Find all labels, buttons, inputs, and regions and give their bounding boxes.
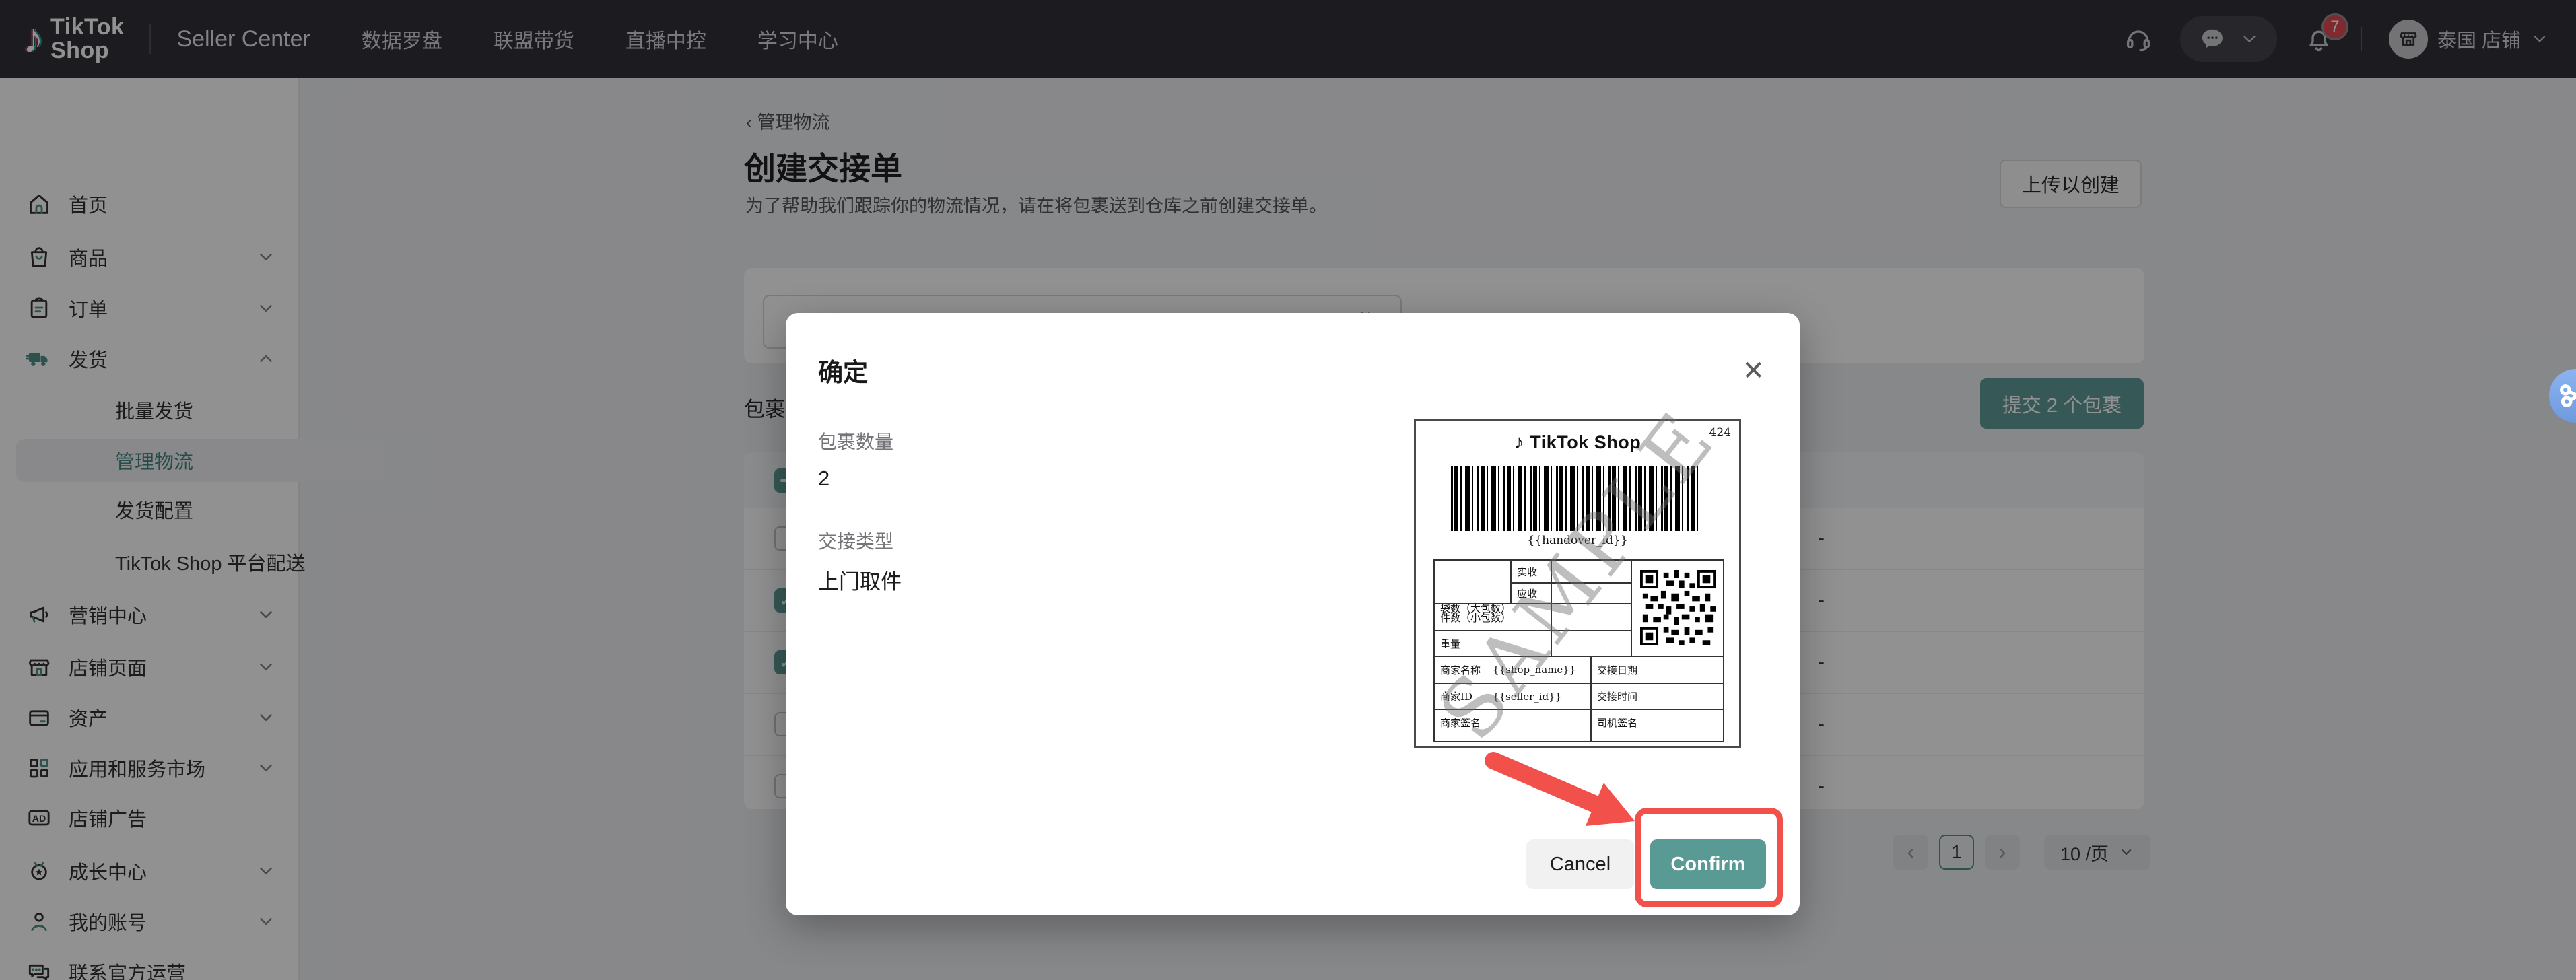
driver-sign-cell: 司机签名 — [1590, 709, 1723, 741]
label-grid: 袋数（大包数） 实收 应收 件数（小包数） 重量 — [1433, 559, 1724, 742]
shop-sign-cell: 商家签名 — [1435, 709, 1590, 741]
ribbon-icon — [2554, 380, 2576, 411]
package-count-label: 包裹数量 — [818, 427, 893, 454]
seller-id-label: 商家ID — [1440, 689, 1472, 703]
barcode-caption: {{handover_id}} — [1416, 534, 1739, 547]
handover-date-cell: 交接日期 — [1590, 656, 1723, 682]
handover-type-label: 交接类型 — [818, 527, 893, 554]
package-count-value: 2 — [818, 466, 829, 491]
tiktok-note-icon: ♪ — [1514, 431, 1530, 453]
label-brand: ♪ TikTok Shop — [1416, 431, 1739, 454]
expected-cell: 应收 — [1510, 582, 1551, 603]
seller-id-value: {{seller_id}} — [1493, 691, 1561, 703]
handover-time-cell: 交接时间 — [1590, 682, 1723, 709]
qr-cell — [1631, 561, 1723, 656]
barcode — [1451, 466, 1701, 531]
shop-name-value: {{shop_name}} — [1493, 664, 1575, 676]
app-root: ♪ TikTok Shop Seller Center 数据罗盘 联盟带货 直播… — [0, 0, 2576, 980]
pieces-cell: 件数（小包数） — [1435, 603, 1551, 630]
weight-cell: 重量 — [1435, 630, 1551, 656]
handover-type-value: 上门取件 — [818, 565, 902, 595]
qr-code — [1640, 570, 1716, 645]
modal-title: 确定 — [818, 352, 868, 388]
annotation-highlight-box — [1635, 808, 1783, 907]
shipping-label-preview: 424 ♪ TikTok Shop {{handover_id}} 袋数（大包数… — [1414, 419, 1741, 748]
close-icon[interactable]: ✕ — [1742, 357, 1765, 384]
shop-name-label: 商家名称 — [1440, 663, 1481, 677]
received-cell: 实收 — [1510, 561, 1551, 582]
cancel-button[interactable]: Cancel — [1526, 839, 1634, 889]
